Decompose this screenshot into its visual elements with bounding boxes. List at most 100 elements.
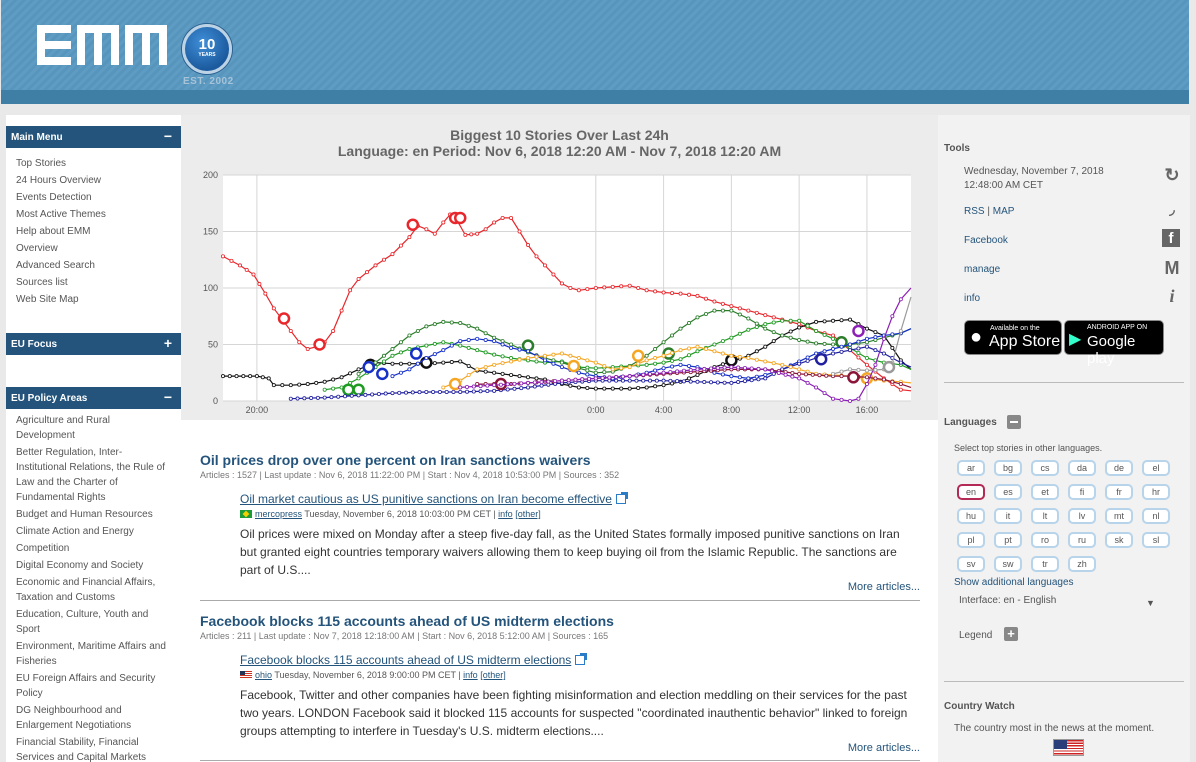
- show-additional-languages-link[interactable]: Show additional languages: [954, 577, 1074, 588]
- policy-item[interactable]: Budget and Human Resources: [6, 507, 181, 524]
- policy-item[interactable]: Agriculture and Rural Development: [6, 413, 181, 445]
- facebook-link[interactable]: Facebook: [964, 235, 1008, 246]
- policy-item[interactable]: EU Foreign Affairs and Security Policy: [6, 671, 181, 703]
- series-point: [653, 289, 658, 294]
- brazil-flag-icon: [240, 510, 252, 518]
- menu-item-sources-list[interactable]: Sources list: [6, 274, 181, 291]
- google-play-button[interactable]: ▶ ANDROID APP ON Google play: [1064, 320, 1164, 367]
- gmail-icon[interactable]: M: [1162, 258, 1182, 278]
- series-point: [534, 254, 539, 259]
- policy-item[interactable]: Digital Economy and Society: [6, 558, 181, 575]
- language-button-tr[interactable]: tr: [1031, 556, 1059, 572]
- expand-icon[interactable]: +: [1004, 627, 1018, 641]
- language-button-it[interactable]: it: [994, 508, 1022, 524]
- menu-item-overview[interactable]: Overview: [6, 240, 181, 257]
- article-title-link[interactable]: Facebook blocks 115 accounts ahead of US…: [240, 653, 571, 667]
- language-button-fr[interactable]: fr: [1105, 484, 1133, 500]
- info-icon[interactable]: i: [1162, 286, 1182, 306]
- policy-item[interactable]: Education, Culture, Youth and Sport: [6, 607, 181, 639]
- language-button-lt[interactable]: lt: [1031, 508, 1059, 524]
- language-button-zh[interactable]: zh: [1068, 556, 1096, 572]
- app-store-button[interactable]: ● Available on the App Store: [964, 320, 1062, 355]
- rss-link[interactable]: RSS: [964, 206, 985, 217]
- policy-item[interactable]: Competition: [6, 541, 181, 558]
- menu-item-events-detection[interactable]: Events Detection: [6, 189, 181, 206]
- interface-select[interactable]: Interface: en - English: [959, 595, 1056, 606]
- other-link[interactable]: [other]: [515, 509, 541, 519]
- language-button-nl[interactable]: nl: [1142, 508, 1170, 524]
- more-articles-link[interactable]: More articles...: [240, 742, 920, 754]
- language-button-de[interactable]: de: [1105, 460, 1133, 476]
- other-link[interactable]: [other]: [480, 670, 506, 680]
- series-point: [546, 379, 551, 384]
- language-button-pl[interactable]: pl: [957, 532, 985, 548]
- series-point: [407, 361, 412, 366]
- menu-item-most-active-themes[interactable]: Most Active Themes: [6, 206, 181, 223]
- facebook-icon[interactable]: f: [1162, 229, 1180, 247]
- language-button-sk[interactable]: sk: [1105, 532, 1133, 548]
- more-articles-link[interactable]: More articles...: [240, 581, 920, 593]
- series-point: [466, 337, 471, 342]
- chevron-down-icon[interactable]: ▼: [1146, 598, 1155, 608]
- eu-focus-header[interactable]: EU Focus +: [6, 333, 181, 355]
- language-button-bg[interactable]: bg: [994, 460, 1022, 476]
- menu-item-top-stories[interactable]: Top Stories: [6, 155, 181, 172]
- series-point: [260, 375, 265, 380]
- language-button-sw[interactable]: sw: [994, 556, 1022, 572]
- info-link[interactable]: info: [964, 293, 980, 304]
- menu-item-site-map[interactable]: Web Site Map: [6, 291, 181, 308]
- map-link[interactable]: MAP: [993, 206, 1015, 217]
- menu-item-advanced-search[interactable]: Advanced Search: [6, 257, 181, 274]
- series-point: [620, 374, 625, 379]
- expand-icon[interactable]: +: [164, 336, 172, 350]
- language-button-el[interactable]: el: [1142, 460, 1170, 476]
- policy-item[interactable]: Financial Stability, Financial Services …: [6, 735, 181, 762]
- manage-link[interactable]: manage: [964, 264, 1000, 275]
- language-button-sl[interactable]: sl: [1142, 532, 1170, 548]
- collapse-icon[interactable]: −: [164, 390, 172, 404]
- policy-item[interactable]: Environment, Maritime Affairs and Fisher…: [6, 639, 181, 671]
- story-title[interactable]: Oil prices drop over one percent on Iran…: [200, 452, 920, 468]
- external-link-icon[interactable]: [615, 492, 628, 504]
- info-link[interactable]: info: [498, 509, 513, 519]
- series-point: [568, 353, 573, 358]
- policy-item[interactable]: DG Neighbourhood and Enlargement Negotia…: [6, 703, 181, 735]
- rss-icon[interactable]: ◞: [1162, 201, 1182, 221]
- refresh-icon[interactable]: ↻: [1162, 165, 1182, 185]
- external-link-icon[interactable]: [575, 653, 588, 665]
- collapse-icon[interactable]: −: [164, 129, 172, 143]
- policy-item[interactable]: Better Regulation, Inter-Institutional R…: [6, 445, 181, 507]
- language-button-en[interactable]: en: [957, 484, 985, 500]
- eu-policy-areas-header[interactable]: EU Policy Areas −: [6, 387, 181, 409]
- story-title[interactable]: Facebook blocks 115 accounts ahead of US…: [200, 613, 920, 629]
- language-button-lv[interactable]: lv: [1068, 508, 1096, 524]
- language-button-ar[interactable]: ar: [957, 460, 985, 476]
- language-button-ru[interactable]: ru: [1068, 532, 1096, 548]
- series-point: [458, 343, 463, 348]
- series-point: [797, 318, 802, 323]
- language-button-hr[interactable]: hr: [1142, 484, 1170, 500]
- source-link[interactable]: ohio: [255, 670, 272, 680]
- emm-logo[interactable]: [37, 25, 169, 65]
- language-button-et[interactable]: et: [1031, 484, 1059, 500]
- language-button-es[interactable]: es: [994, 484, 1022, 500]
- language-button-da[interactable]: da: [1068, 460, 1096, 476]
- language-button-pt[interactable]: pt: [994, 532, 1022, 548]
- language-button-sv[interactable]: sv: [957, 556, 985, 572]
- info-link[interactable]: info: [463, 670, 478, 680]
- language-button-fi[interactable]: fi: [1068, 484, 1096, 500]
- us-flag-icon[interactable]: [1053, 739, 1084, 756]
- language-button-ro[interactable]: ro: [1031, 532, 1059, 548]
- source-link[interactable]: mercopress: [255, 509, 302, 519]
- language-button-hu[interactable]: hu: [957, 508, 985, 524]
- menu-item-24-hours-overview[interactable]: 24 Hours Overview: [6, 172, 181, 189]
- series-point: [580, 377, 585, 382]
- main-menu-header[interactable]: Main Menu −: [6, 126, 181, 148]
- article-title-link[interactable]: Oil market cautious as US punitive sanct…: [240, 492, 612, 506]
- menu-item-help[interactable]: Help about EMM: [6, 223, 181, 240]
- policy-item[interactable]: Economic and Financial Affairs, Taxation…: [6, 575, 181, 607]
- language-button-mt[interactable]: mt: [1105, 508, 1133, 524]
- policy-item[interactable]: Climate Action and Energy: [6, 524, 181, 541]
- language-button-cs[interactable]: cs: [1031, 460, 1059, 476]
- collapse-icon[interactable]: [1007, 415, 1021, 429]
